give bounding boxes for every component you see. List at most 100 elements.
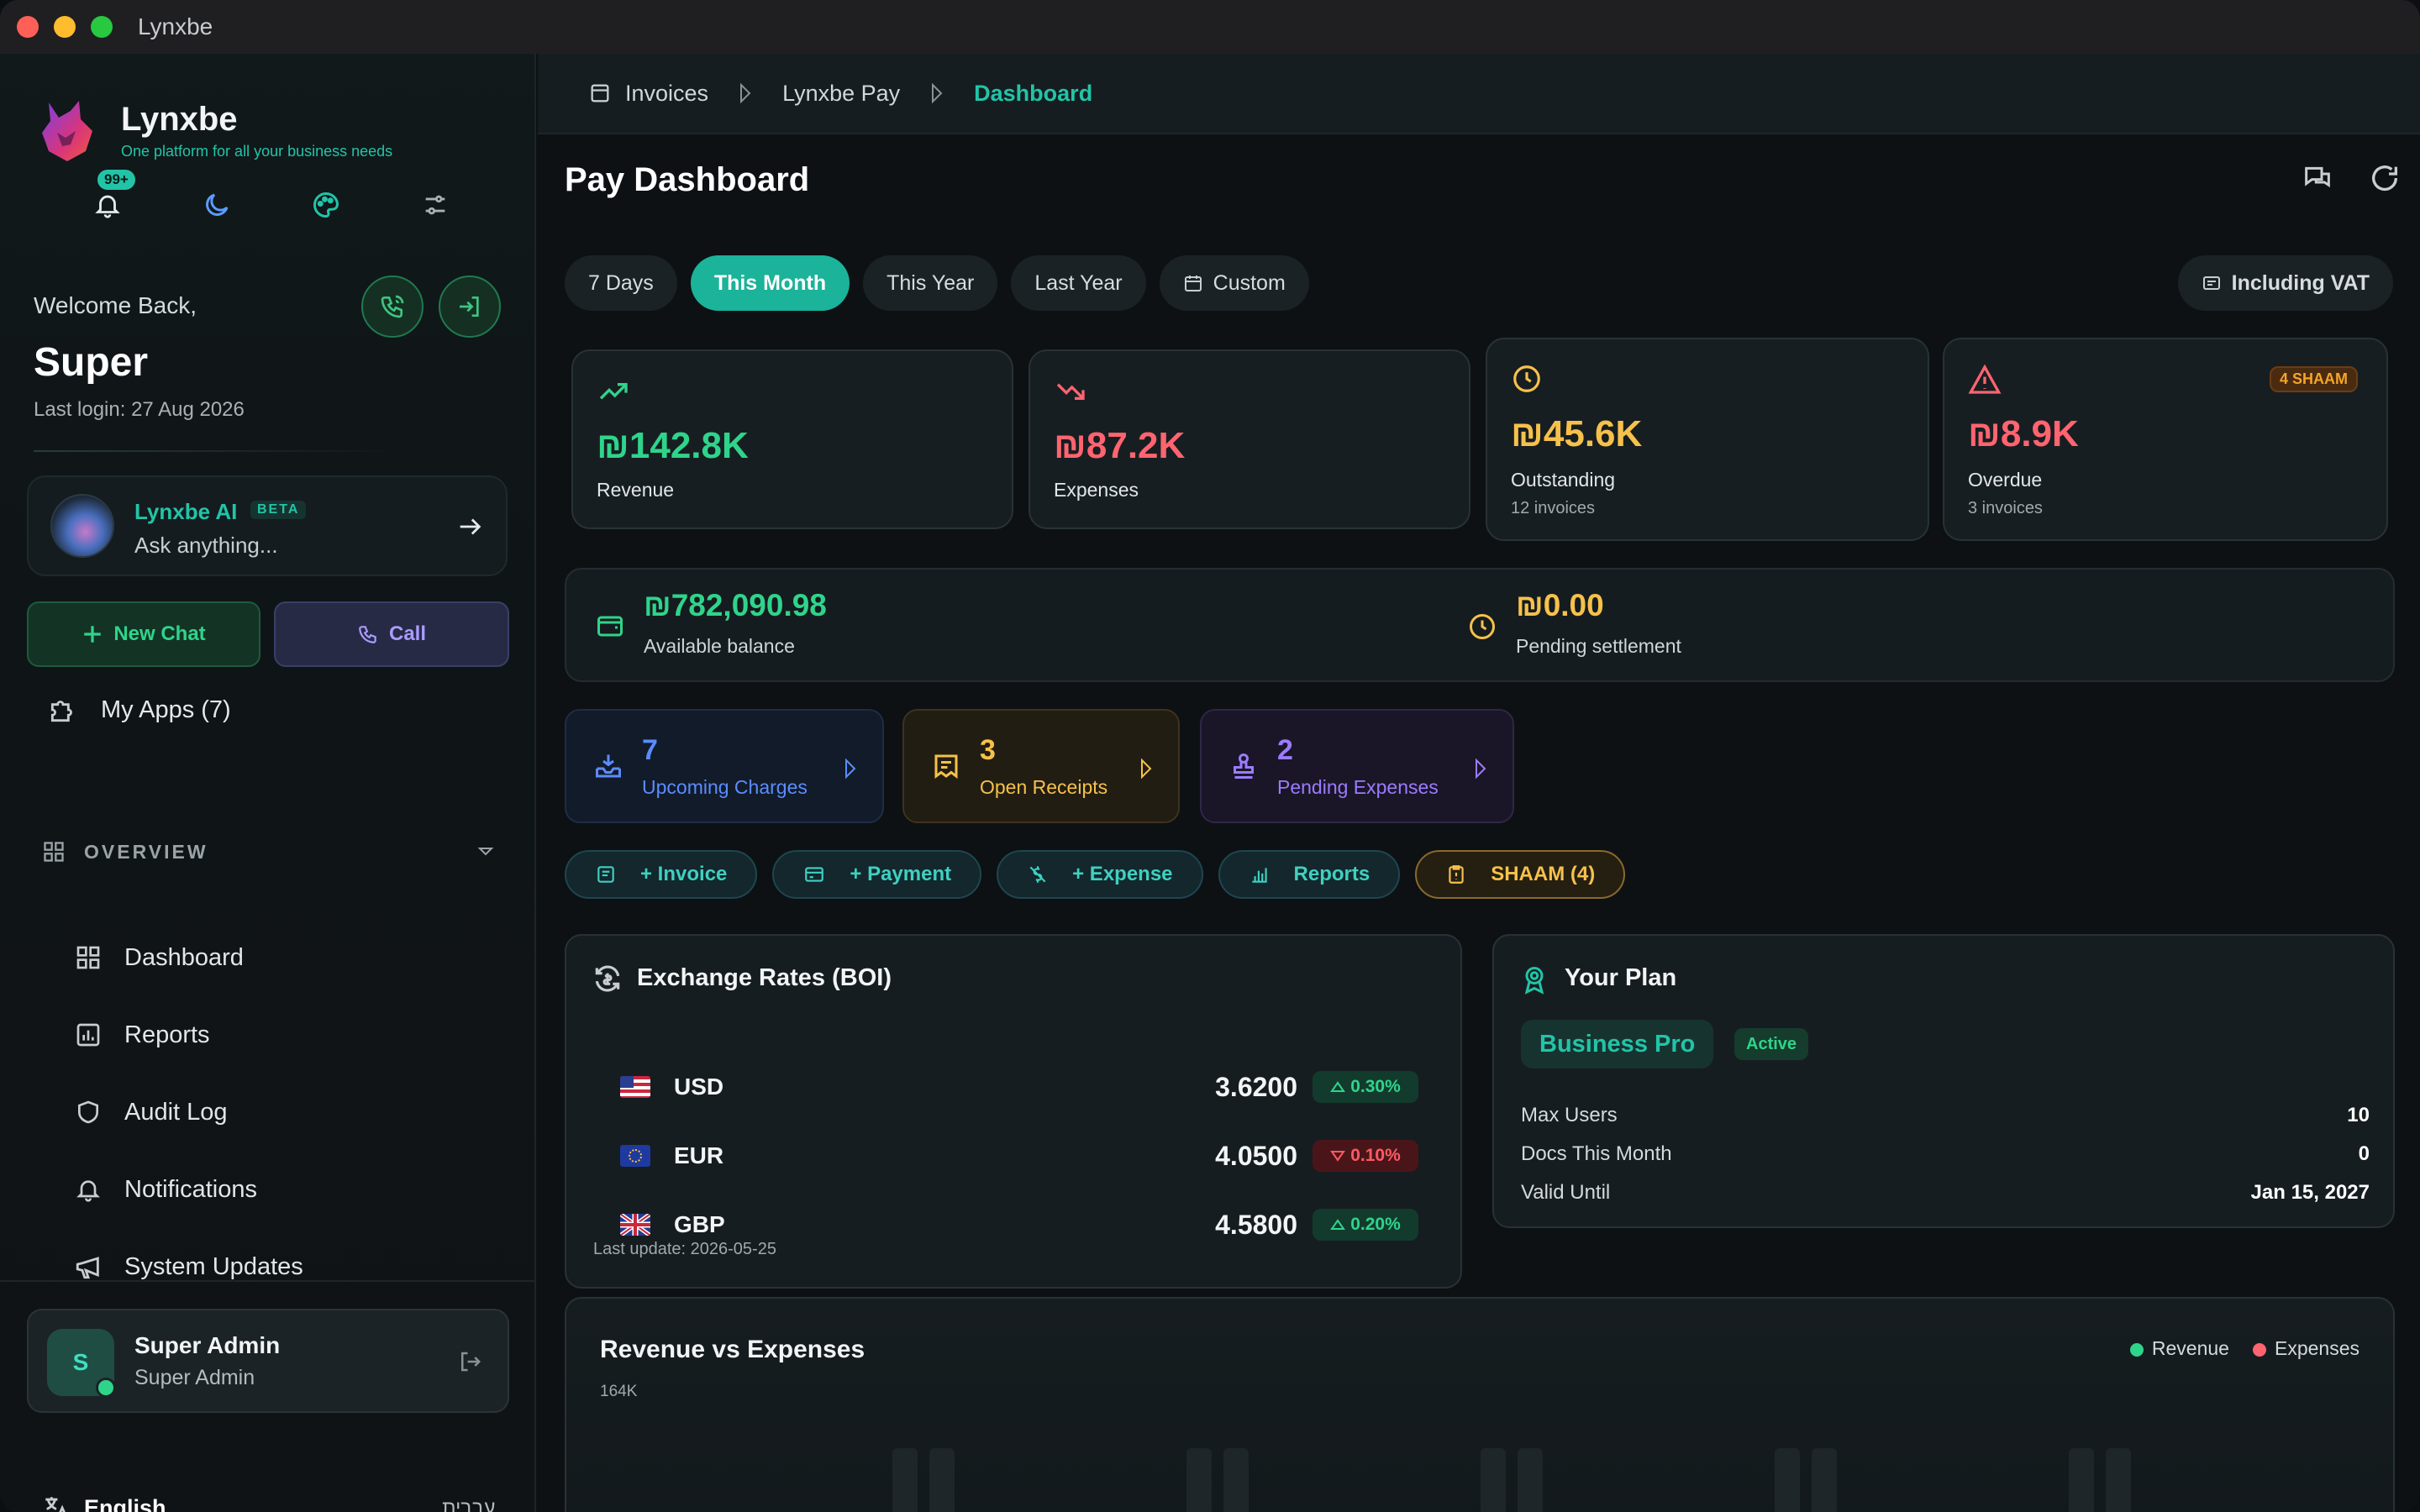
kpi-sub: 3 invoices (1968, 499, 2043, 517)
plan-row-max-users: Max Users 10 (1521, 1104, 2370, 1127)
new-invoice-button[interactable]: + Invoice (565, 850, 758, 899)
ai-assistant-card[interactable]: Lynxbe AI BETA Ask anything... (27, 475, 508, 576)
vat-toggle[interactable]: Including VAT (2177, 255, 2393, 311)
palette-button[interactable] (309, 188, 343, 222)
filter-custom[interactable]: Custom (1159, 255, 1309, 311)
user-profile-card[interactable]: S Super Admin Super Admin (27, 1309, 509, 1413)
my-apps-link[interactable]: My Apps (7) (47, 694, 231, 726)
filter-custom-label: Custom (1213, 270, 1286, 295)
breadcrumb-label: Lynxbe Pay (782, 80, 901, 106)
fx-code: EUR (674, 1142, 724, 1168)
kpi-outstanding-card[interactable]: ₪45.6K Outstanding 12 invoices (1486, 338, 1929, 541)
plan-row-label: Valid Until (1521, 1181, 1611, 1204)
notifications-bell-button[interactable]: 99+ (91, 170, 135, 222)
clock-icon (1513, 365, 1540, 392)
new-chat-button[interactable]: New Chat (27, 601, 260, 667)
translate-icon (45, 1497, 66, 1512)
chart-bar-track (1481, 1448, 1506, 1512)
main-content: Invoices Lynxbe Pay Dashboard Pay Dashbo… (538, 54, 2420, 1512)
legend-expenses[interactable]: Expenses (2252, 1337, 2360, 1360)
upcoming-charges-card[interactable]: 7 Upcoming Charges (565, 709, 884, 823)
theme-moon-button[interactable] (200, 188, 234, 222)
user-role: Super Admin (134, 1366, 255, 1389)
filter-7-days[interactable]: 7 Days (565, 255, 677, 311)
legend-dot (2252, 1342, 2266, 1357)
receipt-icon (934, 754, 958, 779)
filter-this-year[interactable]: This Year (863, 255, 998, 311)
chart-icon (76, 1023, 100, 1047)
trend-down-icon (1056, 383, 1085, 400)
no-money-icon (1029, 866, 1046, 883)
bell-icon (76, 1180, 100, 1202)
legend-revenue[interactable]: Revenue (2129, 1337, 2229, 1360)
zoom-window-button[interactable] (91, 16, 113, 38)
inbox-download-icon (596, 754, 621, 778)
kpi-overdue-card[interactable]: 4 SHAAM ₪8.9K Overdue 3 invoices (1943, 338, 2388, 541)
sidebar-item-dashboard[interactable]: Dashboard (74, 919, 303, 996)
breadcrumb-invoices[interactable]: Invoices (588, 81, 708, 107)
close-window-button[interactable] (17, 16, 39, 38)
kpi-expenses-card[interactable]: ₪87.2K Expenses (1028, 349, 1470, 529)
shield-icon (78, 1100, 98, 1124)
sidebar-item-notifications[interactable]: Notifications (74, 1151, 303, 1228)
sidebar-item-label: Reports (124, 1021, 210, 1048)
logout-icon[interactable] (457, 1349, 482, 1374)
chart-bar-track (1775, 1448, 1800, 1512)
call-label: Call (388, 622, 426, 645)
chat-icon[interactable] (2301, 161, 2334, 195)
open-receipts-label: Open Receipts (980, 776, 1108, 798)
open-receipts-card[interactable]: 3 Open Receipts (902, 709, 1180, 823)
overview-section-toggle[interactable]: OVERVIEW (42, 840, 496, 864)
fx-row-usd: USD 3.6200 0.30% (620, 1062, 1418, 1112)
grid-icon (44, 842, 64, 862)
shaam-button[interactable]: SHAAM (4) (1415, 850, 1626, 899)
your-plan-title: Your Plan (1565, 964, 1677, 991)
kpi-label: Overdue (1968, 469, 2043, 491)
filter-this-month[interactable]: This Month (690, 255, 850, 311)
moon-icon (206, 193, 229, 216)
settings-sliders-button[interactable] (418, 188, 452, 222)
fx-rate: 4.0500 (1215, 1140, 1297, 1171)
kpi-revenue-card[interactable]: ₪142.8K Revenue (571, 349, 1013, 529)
sliders-icon (425, 195, 445, 215)
sidebar-divider (34, 450, 403, 452)
plan-row-value: Jan 15, 2027 (2250, 1181, 2370, 1204)
call-button[interactable]: Call (274, 601, 509, 667)
fx-row-eur: EUR 4.0500 0.10% (620, 1131, 1418, 1181)
arrow-right-icon (460, 518, 481, 535)
chart-legend: Revenue Expenses (2129, 1337, 2360, 1360)
phone-button[interactable] (361, 276, 424, 338)
new-payment-button[interactable]: + Payment (772, 850, 982, 899)
language-selector[interactable]: English (42, 1494, 166, 1512)
fx-change-badge: 0.30% (1313, 1071, 1418, 1103)
filter-last-year[interactable]: Last Year (1011, 255, 1146, 311)
chevron-right-icon (1141, 758, 1152, 780)
chevron-right-icon (1476, 758, 1486, 780)
sidebar-item-audit-log[interactable]: Audit Log (74, 1074, 303, 1151)
ai-prompt-placeholder: Ask anything... (134, 533, 278, 558)
sidebar-divider (0, 1280, 536, 1282)
sidebar-item-reports[interactable]: Reports (74, 996, 303, 1074)
sign-in-icon (460, 297, 479, 317)
new-payment-label: + Payment (850, 863, 952, 885)
plan-row-value: 0 (2358, 1142, 2370, 1165)
login-button[interactable] (439, 276, 501, 338)
pending-expenses-count: 2 (1277, 734, 1293, 766)
sidebar-item-system-updates[interactable]: System Updates (74, 1228, 303, 1305)
breadcrumb-dashboard[interactable]: Dashboard (974, 81, 1092, 107)
new-expense-button[interactable]: + Expense (997, 850, 1203, 899)
pending-expenses-card[interactable]: 2 Pending Expenses (1200, 709, 1514, 823)
language-hebrew-option[interactable]: עברית (442, 1497, 495, 1512)
sidebar-item-label: Notifications (124, 1175, 257, 1203)
chart-bar-track (929, 1448, 955, 1512)
welcome-username: Super (34, 340, 149, 385)
breadcrumb-lynxbe-pay[interactable]: Lynxbe Pay (782, 81, 900, 107)
minimize-window-button[interactable] (54, 16, 76, 38)
palette-icon (313, 192, 339, 218)
new-chat-label: New Chat (113, 622, 206, 645)
refresh-icon[interactable] (2368, 161, 2402, 195)
sidebar-item-label: Audit Log (124, 1098, 228, 1126)
reports-button[interactable]: Reports (1218, 850, 1401, 899)
us-flag-icon (620, 1076, 650, 1098)
credit-card-icon (805, 867, 824, 882)
